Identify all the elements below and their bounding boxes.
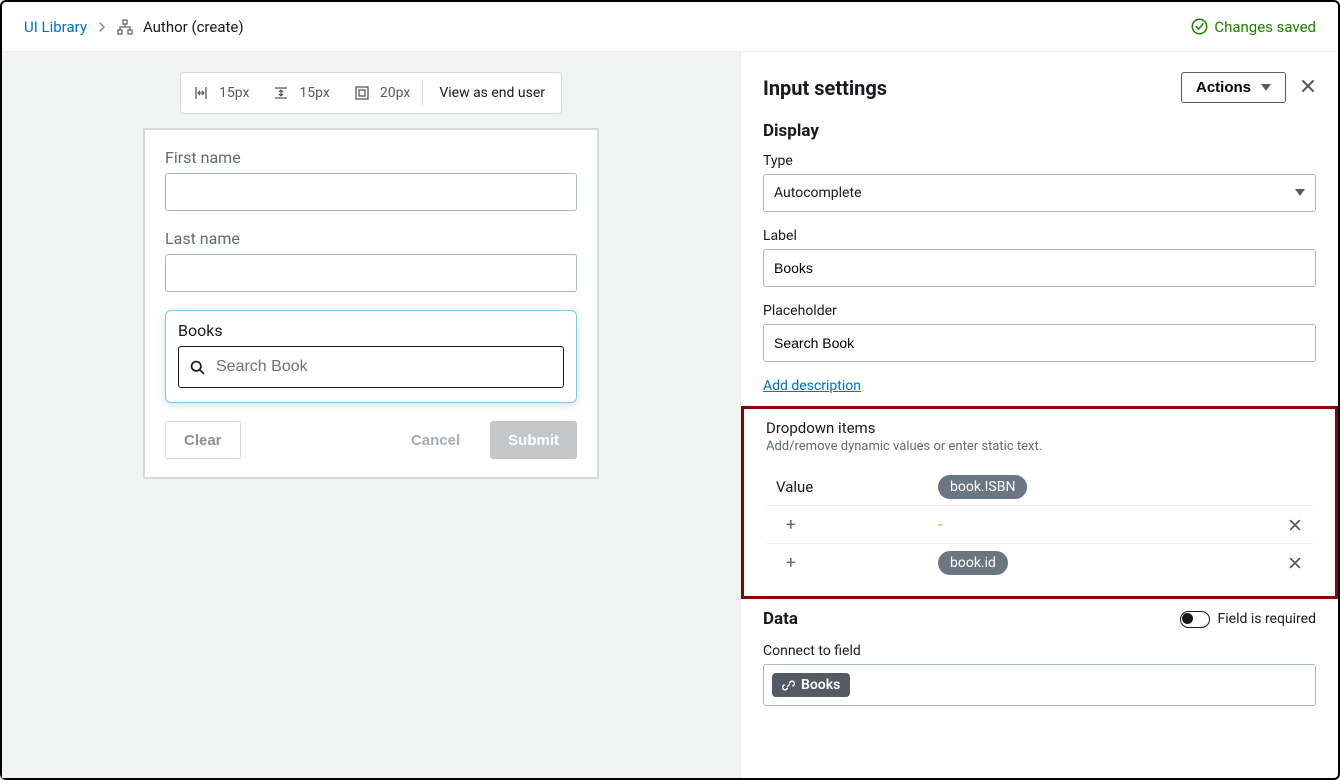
gap-horizontal-control[interactable]: 15px [181, 73, 261, 113]
last-name-label: Last name [165, 229, 577, 248]
connect-pill[interactable]: Books [772, 673, 850, 697]
remove-row-button[interactable] [1277, 518, 1313, 532]
breadcrumb-current: Author (create) [143, 18, 244, 36]
save-status: Changes saved [1191, 18, 1316, 36]
required-label: Field is required [1218, 611, 1317, 627]
close-icon [1300, 78, 1316, 94]
check-circle-icon [1191, 18, 1208, 35]
gap-h-value: 15px [219, 85, 249, 101]
sitemap-icon [117, 19, 133, 35]
padding-control[interactable]: 20px [342, 73, 422, 113]
display-section-title: Display [763, 121, 1316, 141]
view-as-end-user-link[interactable]: View as end user [423, 73, 561, 113]
close-icon [1288, 518, 1302, 532]
type-field: Type Autocomplete [763, 153, 1316, 212]
caret-down-icon [1261, 84, 1271, 92]
first-name-label: First name [165, 148, 577, 167]
link-icon [782, 679, 795, 692]
books-search-wrap [178, 346, 564, 388]
add-item-button[interactable]: + [776, 553, 796, 573]
add-description-link[interactable]: Add description [763, 378, 861, 394]
breadcrumb-root-link[interactable]: UI Library [24, 18, 87, 36]
label-input[interactable] [763, 249, 1316, 287]
gap-vertical-icon [273, 85, 289, 101]
form-actions: Clear Cancel Submit [165, 421, 577, 459]
isbn-pill[interactable]: book.ISBN [938, 475, 1027, 499]
close-panel-button[interactable] [1300, 78, 1316, 98]
books-search-input[interactable] [216, 358, 553, 376]
connect-to-field-input[interactable]: Books [763, 664, 1316, 706]
placeholder-label: Placeholder [763, 303, 1316, 319]
type-value: Autocomplete [774, 185, 862, 201]
data-section-title: Data [763, 609, 798, 629]
placeholder-input[interactable] [763, 324, 1316, 362]
value-label: Value [766, 478, 938, 496]
connect-field: Connect to field Books [763, 643, 1316, 706]
dropdown-items-subtitle: Add/remove dynamic values or enter stati… [766, 439, 1313, 454]
dash-placeholder: - [938, 515, 943, 535]
canvas-area: 15px 15px 20px View as end user First na… [2, 52, 740, 778]
dropdown-row-empty: + - [766, 506, 1313, 544]
books-label: Books [178, 321, 564, 340]
save-status-text: Changes saved [1214, 18, 1316, 36]
breadcrumb: UI Library Author (create) [24, 18, 244, 36]
canvas-toolbar: 15px 15px 20px View as end user [180, 72, 562, 114]
panel-title: Input settings [763, 76, 887, 100]
label-field: Label [763, 228, 1316, 287]
submit-button[interactable]: Submit [490, 421, 577, 459]
type-label: Type [763, 153, 1316, 169]
books-field-selected[interactable]: Books [165, 310, 577, 403]
dropdown-items-highlight: Dropdown items Add/remove dynamic values… [741, 406, 1338, 599]
connect-label: Connect to field [763, 643, 1316, 659]
input-settings-panel: Input settings Actions Display Type Auto… [740, 52, 1338, 778]
required-toggle-wrap: Field is required [1180, 611, 1317, 628]
gap-v-value: 15px [299, 85, 329, 101]
connect-value: Books [801, 677, 840, 693]
add-item-button[interactable]: + [776, 515, 796, 535]
type-select[interactable]: Autocomplete [763, 174, 1316, 212]
label-label: Label [763, 228, 1316, 244]
dropdown-row-value: Value book.ISBN [766, 468, 1313, 506]
remove-row-button[interactable] [1277, 556, 1313, 570]
search-icon [189, 359, 206, 376]
clear-button[interactable]: Clear [165, 421, 241, 459]
padding-icon [354, 85, 370, 101]
actions-label: Actions [1196, 79, 1251, 96]
chevron-right-icon [97, 18, 107, 36]
bookid-pill[interactable]: book.id [938, 551, 1008, 575]
pad-value: 20px [380, 85, 410, 101]
caret-down-icon [1295, 189, 1305, 197]
cancel-button[interactable]: Cancel [393, 421, 478, 459]
last-name-input[interactable] [165, 254, 577, 292]
dropdown-items-title: Dropdown items [766, 419, 1313, 437]
top-bar: UI Library Author (create) Changes saved [2, 2, 1338, 52]
gap-horizontal-icon [193, 85, 209, 101]
dropdown-row-id: + book.id [766, 544, 1313, 582]
gap-vertical-control[interactable]: 15px [261, 73, 341, 113]
actions-button[interactable]: Actions [1181, 72, 1286, 103]
data-section-header: Data Field is required [763, 609, 1316, 629]
panel-header: Input settings Actions [763, 72, 1316, 103]
placeholder-field: Placeholder [763, 303, 1316, 362]
first-name-field: First name [165, 148, 577, 211]
form-preview: First name Last name Books Clear [143, 128, 599, 479]
last-name-field: Last name [165, 229, 577, 292]
first-name-input[interactable] [165, 173, 577, 211]
close-icon [1288, 556, 1302, 570]
required-toggle[interactable] [1180, 611, 1210, 628]
